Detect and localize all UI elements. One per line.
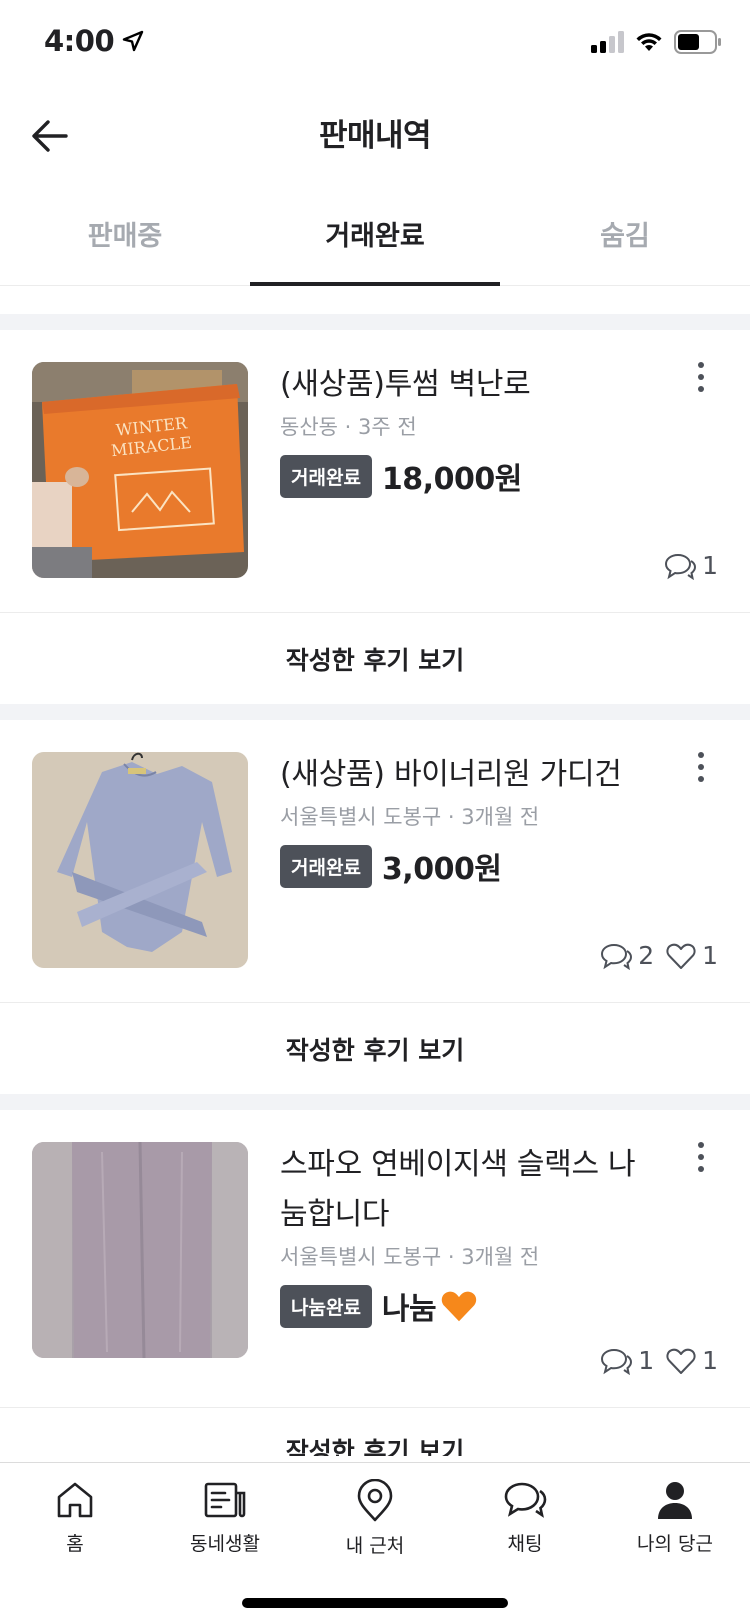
more-options-button[interactable] — [686, 362, 716, 402]
section-divider — [0, 704, 750, 720]
list-item[interactable]: WINTER MIRACLE (새상품)투썸 벽난로 동산동 · 3주 전 거래… — [0, 330, 750, 613]
nav-my-karrot[interactable]: 나의 당근 — [600, 1479, 750, 1573]
dot-icon — [698, 1154, 704, 1160]
item-meta: 서울특별시 도봉구 · 3개월 전 — [280, 1245, 540, 1269]
dot-icon — [698, 1142, 704, 1148]
view-review-button[interactable]: 작성한 후기 보기 — [0, 1408, 750, 1456]
list-item[interactable]: 스파오 연베이지색 슬랙스 나눔합니다 서울특별시 도봉구 · 3개월 전 나눔… — [0, 1110, 750, 1408]
chat-count-value: 2 — [638, 941, 655, 970]
item-price: 나눔 — [381, 1292, 437, 1327]
status-badge: 나눔완료 — [280, 1284, 372, 1328]
nav-label: 동네생활 — [190, 1533, 260, 1555]
view-review-label: 작성한 후기 보기 — [285, 1437, 465, 1456]
view-review-button[interactable]: 작성한 후기 보기 — [0, 1003, 750, 1094]
heart-icon — [666, 1348, 696, 1374]
heart-icon — [666, 943, 696, 969]
location-arrow-icon — [122, 30, 144, 52]
item-info: 스파오 연베이지색 슬랙스 나눔합니다 서울특별시 도봉구 · 3개월 전 나눔… — [280, 1140, 660, 1328]
dot-icon — [698, 752, 704, 758]
chat-icon — [504, 1482, 547, 1518]
section-divider — [0, 1094, 750, 1110]
chat-bubble-icon — [665, 553, 697, 580]
product-thumbnail — [32, 1142, 248, 1358]
chat-count: 1 — [600, 1346, 654, 1375]
status-icons — [590, 30, 722, 54]
status-bar: 4:00 — [0, 0, 750, 90]
like-count: 1 — [666, 1346, 718, 1375]
nav-home[interactable]: 홈 — [0, 1479, 150, 1573]
dot-icon — [698, 362, 704, 368]
dot-icon — [698, 776, 704, 782]
price-row: 거래완료 18,000원 — [280, 454, 660, 498]
home-icon — [57, 1482, 93, 1518]
nav-community[interactable]: 동네생활 — [150, 1479, 300, 1573]
wifi-icon — [636, 33, 662, 51]
dot-icon — [698, 1166, 704, 1172]
section-divider — [0, 314, 750, 330]
item-price: 3,000원 — [381, 852, 502, 887]
item-info: (새상품) 바이너리원 가디건 서울특별시 도봉구 · 3개월 전 거래완료 3… — [280, 750, 660, 888]
more-options-button[interactable] — [686, 1142, 716, 1182]
page-title: 판매내역 — [318, 118, 432, 154]
sales-list: WINTER MIRACLE (새상품)투썸 벽난로 동산동 · 3주 전 거래… — [0, 286, 750, 1456]
bottom-navigation: 홈 동네생활 내 근처 채팅 나의 당근 — [0, 1462, 750, 1624]
cellular-signal-icon — [591, 31, 624, 53]
nav-label: 홈 — [66, 1533, 84, 1555]
product-thumbnail: WINTER MIRACLE — [32, 362, 248, 578]
tab-bar: 판매중 거래완료 숨김 — [0, 182, 750, 286]
header: 판매내역 — [0, 90, 750, 180]
dot-icon — [698, 374, 704, 380]
chat-bubble-icon — [601, 943, 633, 970]
item-info: (새상품)투썸 벽난로 동산동 · 3주 전 거래완료 18,000원 — [280, 360, 660, 498]
dot-icon — [698, 386, 704, 392]
tab-hidden[interactable]: 숨김 — [500, 182, 750, 285]
person-icon — [658, 1482, 692, 1519]
item-meta: 서울특별시 도봉구 · 3개월 전 — [280, 805, 540, 829]
chat-count: 1 — [664, 551, 718, 580]
location-pin-icon — [357, 1479, 393, 1522]
nav-label: 채팅 — [507, 1533, 543, 1555]
status-time: 4:00 — [44, 24, 115, 58]
item-counts: 2 1 — [600, 941, 718, 970]
list-item[interactable]: (새상품) 바이너리원 가디건 서울특별시 도봉구 · 3개월 전 거래완료 3… — [0, 720, 750, 1003]
item-title[interactable]: 스파오 연베이지색 슬랙스 나눔합니다 — [280, 1140, 660, 1240]
item-title[interactable]: (새상품)투썸 벽난로 — [280, 360, 660, 410]
status-time-wrap: 4:00 — [44, 24, 144, 58]
orange-heart-icon — [441, 1291, 477, 1322]
status-badge: 거래완료 — [280, 454, 372, 498]
chat-count-value: 1 — [702, 551, 718, 580]
price-row: 나눔완료 나눔 — [280, 1284, 660, 1328]
view-review-button[interactable]: 작성한 후기 보기 — [0, 613, 750, 704]
like-count-value: 1 — [702, 941, 718, 970]
tab-selling[interactable]: 판매중 — [0, 182, 250, 285]
price-row: 거래완료 3,000원 — [280, 844, 660, 888]
chat-count-value: 1 — [638, 1346, 655, 1375]
item-meta: 동산동 · 3주 전 — [280, 415, 417, 439]
nav-chat[interactable]: 채팅 — [450, 1479, 600, 1573]
nav-nearby[interactable]: 내 근처 — [300, 1479, 450, 1573]
dot-icon — [698, 764, 704, 770]
item-price: 18,000원 — [381, 462, 522, 497]
tab-completed[interactable]: 거래완료 — [250, 182, 500, 286]
chat-bubble-icon — [601, 1348, 633, 1375]
nav-label: 내 근처 — [345, 1535, 405, 1557]
status-badge: 거래완료 — [280, 844, 372, 888]
item-title[interactable]: (새상품) 바이너리원 가디건 — [280, 750, 660, 800]
like-count-value: 1 — [702, 1346, 718, 1375]
nav-label: 나의 당근 — [637, 1533, 713, 1555]
item-counts: 1 1 — [600, 1346, 718, 1375]
chat-count: 2 — [600, 941, 654, 970]
battery-icon — [674, 30, 721, 54]
newspaper-icon — [204, 1482, 246, 1518]
product-thumbnail — [32, 752, 248, 968]
like-count: 1 — [666, 941, 718, 970]
home-indicator — [242, 1598, 508, 1608]
more-options-button[interactable] — [686, 752, 716, 792]
item-counts: 1 — [664, 551, 718, 580]
